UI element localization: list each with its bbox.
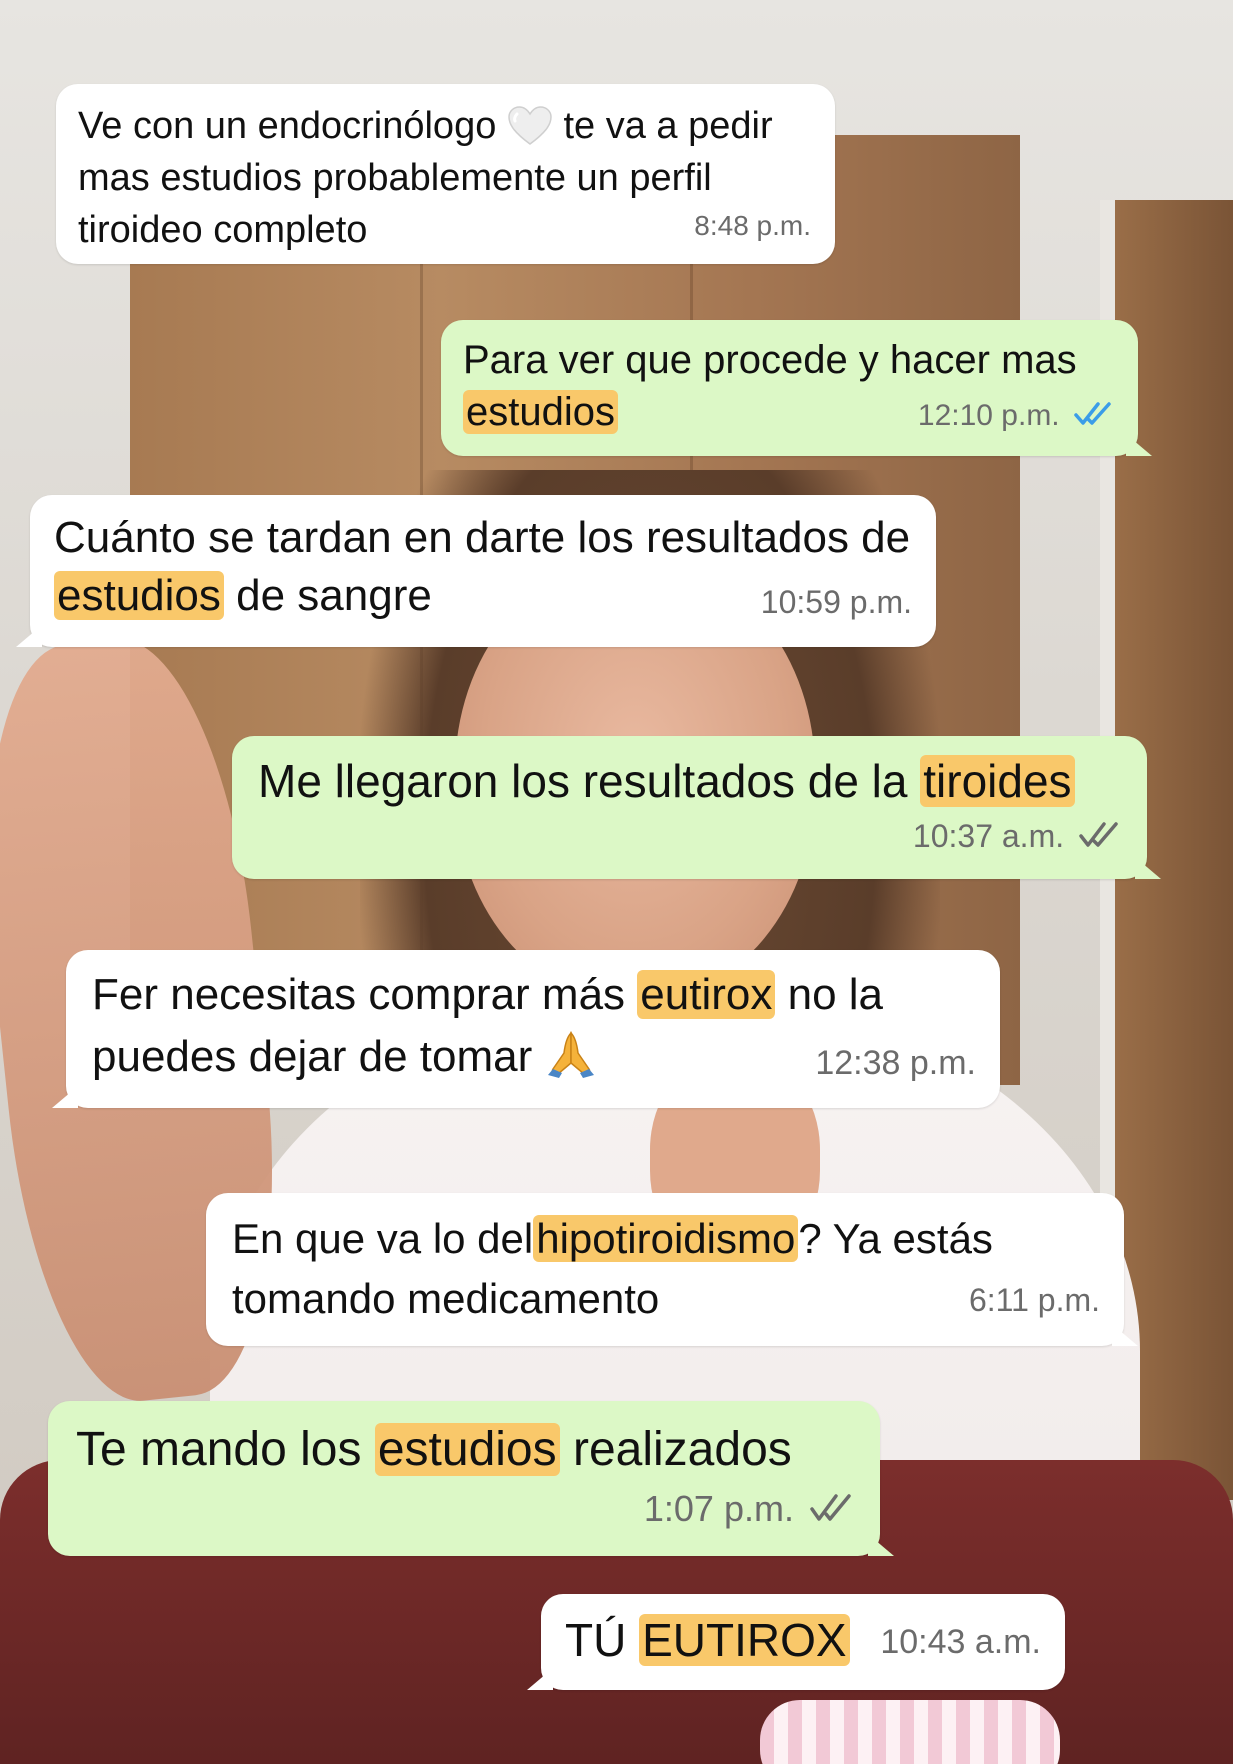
message-text: TÚ	[565, 1614, 627, 1666]
message-text: Ve con un endocrinólogo	[78, 105, 497, 147]
highlighted-word: EUTIROX	[639, 1614, 850, 1666]
highlighted-word: estudios	[463, 390, 618, 434]
message-text: realizados	[572, 1423, 792, 1476]
message-bubble-incoming[interactable]: Ve con un endocrinólogo te va a pedir ma…	[56, 84, 835, 264]
delivered-receipt-icon	[1079, 822, 1118, 847]
message-time: 12:38 p.m.	[815, 1044, 976, 1082]
highlighted-word: tiroides	[920, 755, 1075, 807]
folded-hands-icon	[547, 1031, 594, 1078]
message-text: Cuánto se tardan en darte los resultados…	[54, 513, 911, 562]
message-bubble-incoming[interactable]: Cuánto se tardan en darte los resultados…	[16, 495, 936, 647]
read-receipt-icon	[1074, 402, 1111, 425]
message-bubble-incoming[interactable]: En que va lo delhipotiroidismo? Ya estás…	[206, 1193, 1138, 1346]
highlighted-word: eutirox	[637, 970, 776, 1019]
message-bubble-outgoing[interactable]: Me llegaron los resultados de la tiroide…	[232, 736, 1161, 879]
white-heart-icon	[508, 106, 552, 145]
highlighted-word: estudios	[374, 1423, 560, 1476]
message-time: 10:43 a.m.	[880, 1623, 1041, 1661]
message-text: En que va lo del	[232, 1215, 534, 1262]
message-time: 10:37 a.m.	[912, 818, 1065, 854]
message-time: 6:11 p.m.	[968, 1282, 1100, 1318]
message-bubble-outgoing[interactable]: Para ver que procede y hacer mas estudio…	[441, 320, 1152, 456]
message-text: Me llegaron los resultados de la	[258, 755, 908, 807]
message-text: de sangre	[236, 571, 432, 620]
message-bubble-incoming[interactable]: Fer necesitas comprar más eutirox no la …	[52, 950, 1000, 1108]
message-time: 1:07 p.m.	[643, 1488, 794, 1529]
message-time: 12:10 p.m.	[917, 399, 1060, 432]
delivered-receipt-icon	[810, 1494, 851, 1521]
striped-pillow	[760, 1700, 1060, 1764]
highlighted-word: hipotiroidismo	[533, 1215, 799, 1262]
message-text: Te mando los	[76, 1423, 362, 1476]
message-text: Para ver que procede y hacer mas	[463, 338, 1077, 382]
message-time: 10:59 p.m.	[760, 584, 912, 620]
message-bubble-outgoing[interactable]: Te mando los estudios realizados 1:07 p.…	[48, 1401, 894, 1556]
message-bubble-incoming[interactable]: TÚ EUTIROX 10:43 a.m.	[527, 1594, 1065, 1690]
message-time: 8:48 p.m.	[694, 210, 811, 241]
highlighted-word: estudios	[54, 571, 224, 620]
message-text: Fer necesitas comprar más	[92, 970, 626, 1019]
